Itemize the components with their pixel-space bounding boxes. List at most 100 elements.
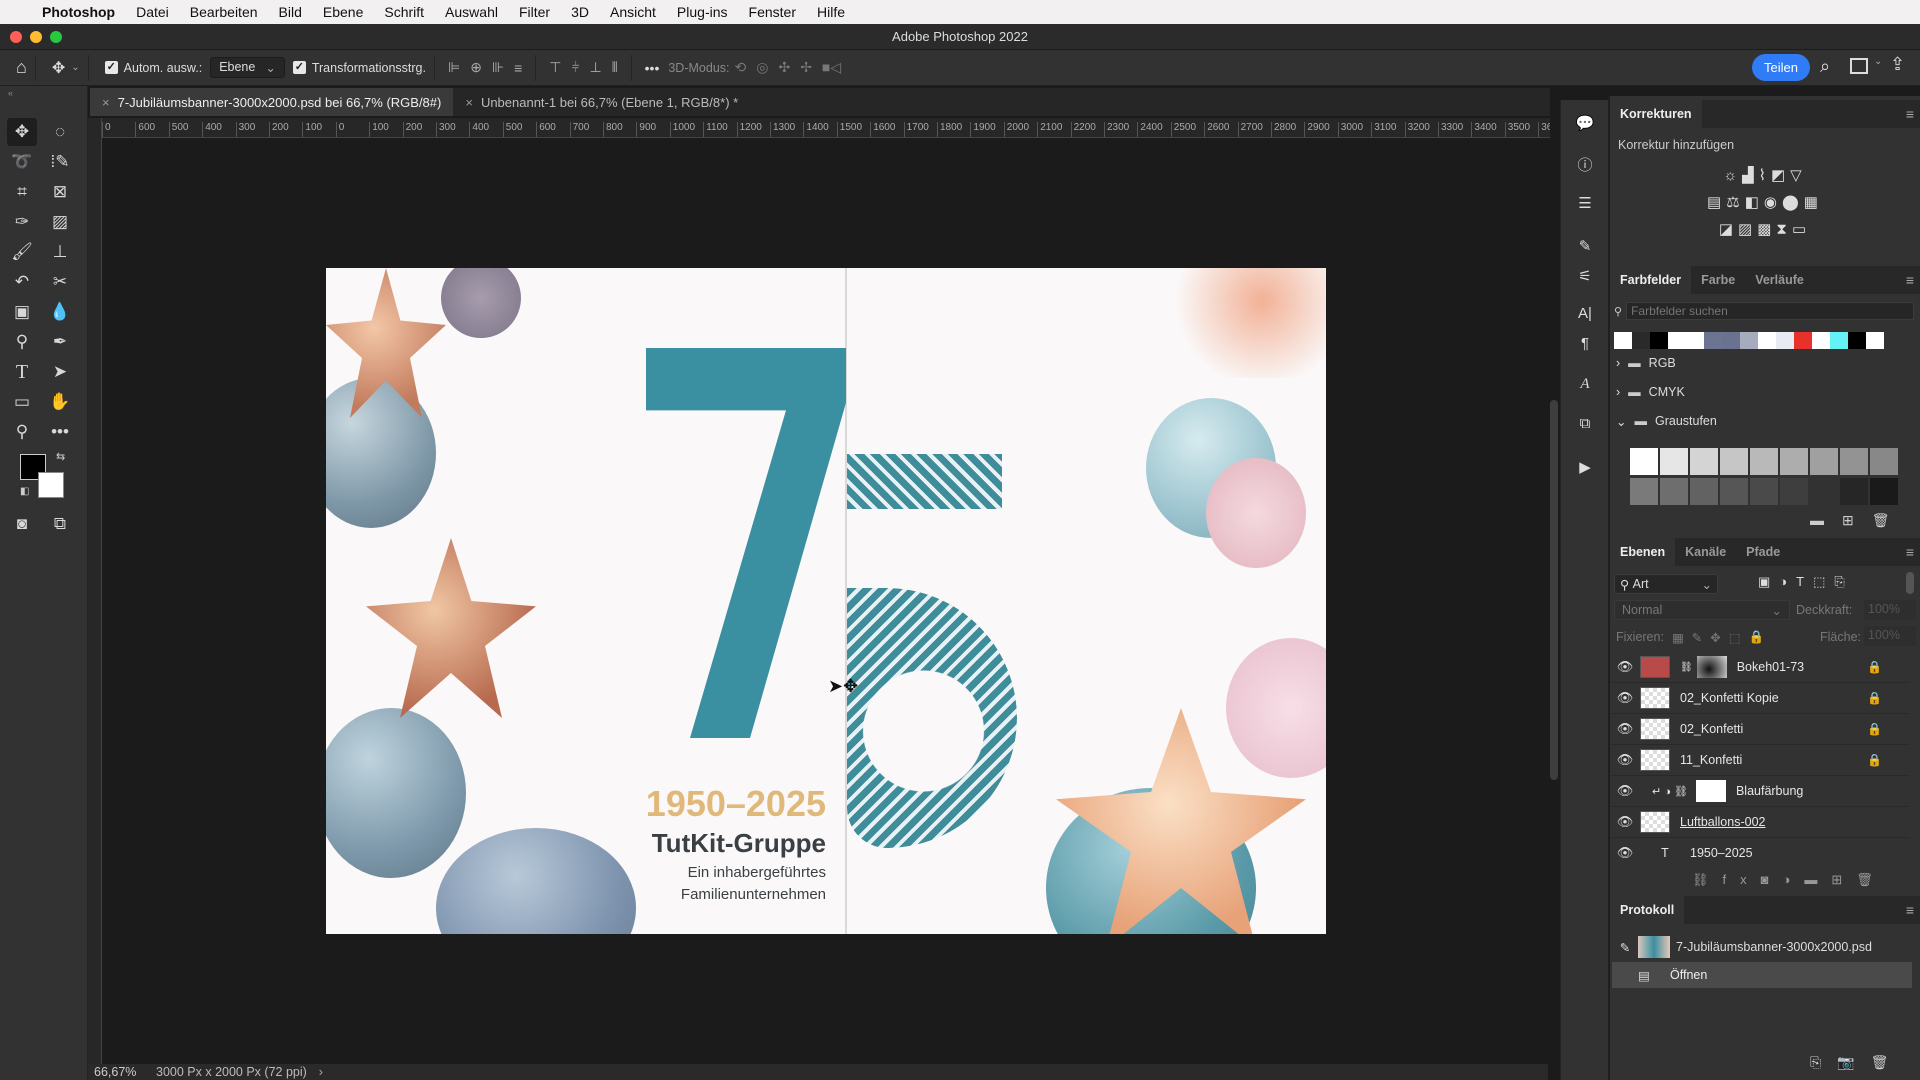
grayscale-swatch[interactable]	[1780, 448, 1808, 475]
swatch[interactable]	[1632, 332, 1650, 349]
pen-icon[interactable]: ✒	[45, 328, 75, 356]
swatch[interactable]	[1812, 332, 1830, 349]
brightness-icon[interactable]: ☼	[1723, 167, 1742, 184]
layer-name[interactable]: Luftballons-002	[1680, 815, 1765, 829]
panel-menu-icon[interactable]: ≡	[1906, 100, 1914, 128]
gradient-map-icon[interactable]: ▭	[1792, 221, 1811, 238]
crop-icon[interactable]: ⌗	[7, 178, 37, 206]
grayscale-swatch[interactable]	[1750, 448, 1778, 475]
swatch[interactable]	[1686, 332, 1704, 349]
actions-play-icon[interactable]: ▶	[1573, 456, 1597, 480]
lock-artboard-icon[interactable]: ⬚	[1729, 630, 1741, 645]
delete-layer-icon[interactable]: 🗑	[1856, 872, 1887, 887]
auto-select-dropdown[interactable]: Ebene ⌄	[210, 57, 285, 78]
menu-schrift[interactable]: Schrift	[384, 4, 424, 20]
brush-icon[interactable]: 🖌	[7, 238, 37, 266]
properties-icon[interactable]: ☰	[1573, 192, 1597, 216]
path-select-icon[interactable]: ➤	[45, 358, 75, 386]
align-right-icon[interactable]: ⊪	[492, 59, 504, 76]
grayscale-swatch[interactable]	[1780, 478, 1808, 505]
share-export-icon[interactable]: ⇪	[1890, 54, 1905, 75]
fill-field[interactable]: 100%	[1864, 626, 1916, 646]
visibility-eye-icon[interactable]: 👁	[1610, 783, 1640, 799]
history-step[interactable]: ▤ Öffnen	[1612, 962, 1912, 988]
menu-ansicht[interactable]: Ansicht	[610, 4, 656, 20]
chevron-right-icon[interactable]: ›	[1616, 385, 1620, 399]
color-balance-icon[interactable]: ⚖	[1726, 194, 1744, 211]
filter-smart-icon[interactable]: ⎘	[1834, 574, 1853, 589]
transform-controls-checkbox[interactable]: ✓	[292, 61, 306, 74]
tab-color[interactable]: Farbe	[1691, 266, 1745, 294]
menu-plugins[interactable]: Plug-ins	[677, 4, 728, 20]
chevron-right-icon[interactable]: ›	[319, 1065, 323, 1079]
panel-menu-icon[interactable]: ≡	[1906, 538, 1914, 566]
menu-fenster[interactable]: Fenster	[749, 4, 796, 20]
fx-icon[interactable]: fx	[1723, 872, 1761, 887]
visibility-eye-icon[interactable]: 👁	[1610, 752, 1640, 768]
grayscale-swatch[interactable]	[1870, 448, 1898, 475]
grayscale-swatch[interactable]	[1690, 448, 1718, 475]
vertical-ruler[interactable]	[88, 118, 102, 1068]
grayscale-swatch[interactable]	[1750, 478, 1778, 505]
new-group-icon[interactable]: ▬	[1810, 512, 1842, 528]
black-white-icon[interactable]: ◧	[1745, 194, 1764, 211]
layer-name[interactable]: 02_Konfetti Kopie	[1680, 691, 1779, 705]
mask-link-icon[interactable]: ⛓	[1680, 662, 1693, 673]
chevron-down-icon[interactable]: ⌄	[1616, 414, 1626, 429]
grayscale-swatch[interactable]	[1810, 448, 1838, 475]
3d-roll-icon[interactable]: ◎	[756, 59, 768, 76]
exposure-icon[interactable]: ◩	[1771, 167, 1790, 184]
tab-unbenannt[interactable]: × Unbenannt-1 bei 66,7% (Ebene 1, RGB/8*)…	[453, 88, 750, 116]
quick-mask-icon[interactable]: ◙	[7, 510, 37, 538]
paragraph-icon[interactable]: ¶	[1573, 332, 1597, 356]
filter-type-icon[interactable]: T	[1796, 574, 1813, 589]
layer-name[interactable]: Blaufärbung	[1736, 784, 1803, 798]
swatch[interactable]	[1866, 332, 1884, 349]
swatch[interactable]	[1650, 332, 1668, 349]
menu-bild[interactable]: Bild	[279, 4, 302, 20]
posterize-icon[interactable]: ▨	[1738, 221, 1757, 238]
layer-name[interactable]: Bokeh01-73	[1737, 660, 1804, 674]
tab-paths[interactable]: Pfade	[1736, 538, 1790, 566]
delete-state-icon[interactable]: 🗑	[1871, 1054, 1905, 1070]
tab-jubilaeumsbanner[interactable]: × 7-Jubiläumsbanner-3000x2000.psd bei 66,…	[90, 88, 454, 116]
panel-menu-icon[interactable]: ≡	[1906, 266, 1914, 294]
filter-toggle[interactable]	[1906, 572, 1914, 594]
eraser-icon[interactable]: ✂	[45, 268, 75, 296]
visibility-eye-icon[interactable]: 👁	[1610, 659, 1640, 675]
new-swatch-icon[interactable]: ⊞	[1842, 512, 1872, 528]
menu-filter[interactable]: Filter	[519, 4, 550, 20]
healing-brush-icon[interactable]: ▨	[45, 208, 75, 236]
blend-mode-dropdown[interactable]: Normal ⌄	[1614, 600, 1790, 620]
chevron-down-icon[interactable]: ⌄	[1874, 56, 1882, 67]
3d-pan-icon[interactable]: ✣	[778, 59, 790, 76]
more-tools-icon[interactable]: •••	[45, 418, 75, 446]
layer-thumbnail[interactable]	[1640, 656, 1670, 678]
align-left-icon[interactable]: ⊫	[448, 59, 460, 76]
grayscale-swatch[interactable]	[1630, 478, 1658, 505]
align-vcenter-icon[interactable]: ⫩	[572, 59, 580, 76]
3d-camera-icon[interactable]: ■◁	[822, 59, 841, 76]
layer-name[interactable]: 1950–2025	[1690, 846, 1753, 860]
screen-mode-icon[interactable]: ⧉	[45, 510, 75, 538]
tab-swatches[interactable]: Farbfelder	[1610, 266, 1692, 294]
horizontal-ruler[interactable]: 0 600 500 400 300 200 100 0 100 200 300 400 500 600 70…	[102, 118, 1550, 138]
layer-mask-thumbnail[interactable]	[1695, 780, 1726, 802]
align-hcenter-icon[interactable]: ⊕	[470, 59, 482, 76]
tab-channels[interactable]: Kanäle	[1675, 538, 1736, 566]
delete-swatch-icon[interactable]: 🗑	[1872, 512, 1908, 528]
vertical-scrollbar[interactable]	[1550, 400, 1558, 780]
layer-mask-thumbnail[interactable]	[1696, 656, 1727, 678]
more-options-icon[interactable]: •••	[645, 60, 660, 76]
ellipse-marquee-icon[interactable]: ◌	[45, 118, 75, 146]
rectangle-icon[interactable]: ▭	[7, 388, 37, 416]
chevron-right-icon[interactable]: ›	[1616, 356, 1620, 370]
grayscale-swatch[interactable]	[1630, 448, 1658, 475]
new-group-icon[interactable]: ▬	[1804, 872, 1831, 887]
link-layers-icon[interactable]: ⛓	[1692, 872, 1723, 887]
swatch[interactable]	[1758, 332, 1776, 349]
align-bottom-icon[interactable]: ⊥	[590, 59, 602, 76]
filter-pixel-icon[interactable]: ▣	[1758, 574, 1779, 589]
levels-icon[interactable]: ▟	[1742, 167, 1759, 184]
new-layer-icon[interactable]: ⊞	[1831, 872, 1856, 887]
